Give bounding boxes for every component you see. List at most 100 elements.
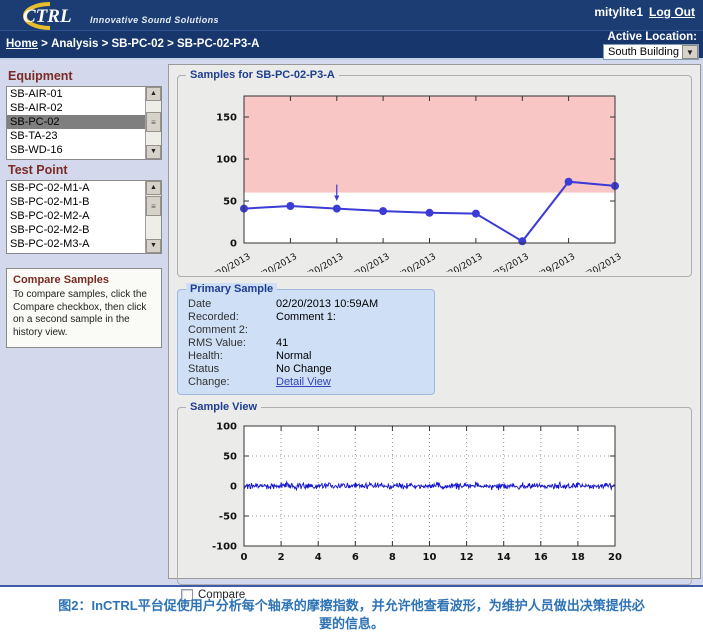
equipment-item[interactable]: SB-TA-23 — [7, 129, 145, 143]
primary-sample-panel: Primary Sample Date 02/20/2013 10:59AM R… — [177, 289, 435, 395]
breadcrumb: HomeAnalysisSB-PC-02SB-PC-02-P3-A — [6, 38, 259, 50]
svg-text:04/29/2013: 04/29/2013 — [527, 252, 577, 272]
sample-field-value: Normal — [276, 350, 311, 363]
equipment-list: SB-AIR-01 SB-AIR-02 SB-PC-02SB-TA-23SB-WD-… — [7, 87, 145, 159]
test-point-item[interactable]: SB-PC-02-M1-A — [7, 181, 145, 195]
breadcrumb-item[interactable]: SB-PC-02 — [98, 38, 164, 50]
sample-field-value: Comment 1: — [276, 311, 336, 324]
equipment-item-label: SB-PC-02 — [10, 116, 60, 128]
primary-sample-rows: Date 02/20/2013 10:59AM Recorded: Commen… — [182, 298, 430, 389]
sample-field-row: Recorded: Comment 1: — [182, 311, 430, 324]
test-point-item[interactable]: SB-PC-02-M2-B — [7, 223, 145, 237]
logo[interactable]: CTRL Innovative Sound Solutions — [6, 2, 286, 30]
sample-view-panel: Sample View -100-50050100024681012141618… — [177, 407, 692, 585]
equipment-scrollbar: ▲ ≡ ▼ — [145, 87, 161, 159]
compare-help-text: To compare samples, click the Compare ch… — [13, 289, 155, 339]
test-point-item-label: SB-PC-02-M3-A — [10, 238, 89, 250]
breadcrumb-item[interactable]: Home — [6, 38, 38, 50]
svg-text:0: 0 — [230, 482, 237, 493]
samples-history-chart[interactable]: 05010015002/20/201302/20/201302/20/20130… — [182, 86, 682, 272]
svg-text:02/20/2013: 02/20/2013 — [295, 252, 345, 272]
sample-field-label: Date — [188, 298, 276, 311]
active-location-label: Active Location: — [608, 31, 697, 43]
test-point-item-label: SB-PC-02-M2-A — [10, 210, 89, 222]
svg-text:02/20/2013: 02/20/2013 — [342, 252, 392, 272]
sample-field-row: Date 02/20/2013 10:59AM — [182, 298, 430, 311]
chevron-down-icon[interactable]: ▼ — [682, 45, 698, 59]
detail-view-link[interactable]: Detail View — [276, 376, 331, 389]
sample-field-row: RMS Value: 41 — [182, 337, 430, 350]
svg-text:-100: -100 — [212, 542, 237, 553]
svg-text:04/30/2013: 04/30/2013 — [574, 252, 624, 272]
svg-text:20: 20 — [608, 552, 622, 563]
svg-text:6: 6 — [352, 552, 359, 563]
sample-field-row: Change: Detail View — [182, 376, 430, 389]
svg-text:10: 10 — [423, 552, 437, 563]
test-point-listbox: SB-PC-02-M1-ASB-PC-02-M1-BSB-PC-02-M2-A S… — [6, 180, 162, 254]
test-point-item-label: SB-PC-02-M2-B — [10, 224, 89, 236]
equipment-item-label: SB-AIR-01 — [10, 88, 63, 100]
sample-field-row: Health: Normal — [182, 350, 430, 363]
compare-help-box: Compare Samples To compare samples, clic… — [6, 268, 162, 348]
equipment-item[interactable]: SB-PC-02 — [7, 115, 145, 129]
equipment-item-label: SB-WD-16 — [10, 144, 63, 156]
logo-tagline: Innovative Sound Solutions — [90, 15, 219, 25]
breadcrumb-item[interactable]: SB-PC-02-P3-A — [164, 38, 260, 50]
username: mitylite1 — [594, 5, 643, 19]
scrollbar-track[interactable]: ≡ — [146, 101, 161, 145]
svg-text:02/20/2013: 02/20/2013 — [203, 252, 253, 272]
location-select-value: South Building — [604, 46, 682, 58]
sample-field-value: 02/20/2013 10:59AM — [276, 298, 378, 311]
svg-text:02/20/2013: 02/20/2013 — [388, 252, 438, 272]
svg-text:14: 14 — [497, 552, 511, 563]
main-panel: Samples for SB-PC-02-P3-A 05010015002/20… — [168, 64, 701, 579]
equipment-item[interactable]: SB-WD-16 — [7, 143, 145, 157]
svg-text:04/25/2013: 04/25/2013 — [481, 252, 531, 272]
scroll-up-icon[interactable]: ▲ — [146, 181, 161, 195]
svg-text:0: 0 — [230, 239, 237, 250]
logout-link[interactable]: Log Out — [649, 5, 695, 19]
samples-panel: Samples for SB-PC-02-P3-A 05010015002/20… — [177, 75, 692, 277]
test-point-item[interactable]: SB-PC-02-M3-A — [7, 237, 145, 251]
test-point-item[interactable]: SB-PC-02-M1-B — [7, 195, 145, 209]
sample-field-row: Comment 2: — [182, 324, 430, 337]
breadcrumb-item[interactable]: Analysis — [38, 38, 98, 50]
svg-text:8: 8 — [389, 552, 396, 563]
svg-text:100: 100 — [216, 155, 237, 166]
test-point-item[interactable]: SB-PC-02-M2-A — [7, 209, 145, 223]
svg-text:150: 150 — [216, 113, 237, 124]
sample-field-value: No Change — [276, 363, 332, 376]
location-select[interactable]: South Building ▼ — [603, 44, 699, 60]
scroll-down-icon[interactable]: ▼ — [146, 239, 161, 253]
svg-text:02/20/2013: 02/20/2013 — [249, 252, 299, 272]
compare-help-title: Compare Samples — [13, 274, 155, 286]
test-point-list: SB-PC-02-M1-ASB-PC-02-M1-BSB-PC-02-M2-A S… — [7, 181, 145, 253]
content-area: Equipment SB-AIR-01 SB-AIR-02 SB-PC-02SB-T… — [0, 58, 703, 587]
sample-view-title: Sample View — [186, 401, 261, 413]
equipment-item[interactable]: SB-AIR-01 — [7, 87, 145, 101]
sample-field-value: 41 — [276, 337, 288, 350]
equipment-item[interactable]: SB-AIR-02 — [7, 101, 145, 115]
scrollbar-track[interactable]: ≡ — [146, 195, 161, 239]
user-info: mitylite1 Log Out — [594, 5, 695, 19]
svg-text:18: 18 — [571, 552, 585, 563]
svg-text:0: 0 — [241, 552, 248, 563]
scrollbar-thumb[interactable]: ≡ — [146, 112, 161, 132]
samples-panel-title: Samples for SB-PC-02-P3-A — [186, 69, 339, 81]
sample-field-label: Recorded: — [188, 311, 276, 324]
svg-text:4: 4 — [315, 552, 322, 563]
svg-text:50: 50 — [223, 197, 237, 208]
scrollbar-thumb[interactable]: ≡ — [146, 196, 161, 216]
svg-text:50: 50 — [223, 452, 237, 463]
sample-field-row: Status No Change — [182, 363, 430, 376]
scroll-up-icon[interactable]: ▲ — [146, 87, 161, 101]
test-point-item-label: SB-PC-02-M1-A — [10, 182, 89, 194]
scroll-down-icon[interactable]: ▼ — [146, 145, 161, 159]
equipment-title: Equipment — [8, 69, 164, 83]
svg-text:02/20/2013: 02/20/2013 — [434, 252, 484, 272]
svg-text:16: 16 — [534, 552, 548, 563]
brand-text: CTRL — [23, 6, 72, 27]
sample-waveform-chart[interactable]: -100-5005010002468101214161820 — [182, 418, 682, 578]
equipment-item-label: SB-AIR-02 — [10, 102, 63, 114]
svg-text:2: 2 — [278, 552, 285, 563]
